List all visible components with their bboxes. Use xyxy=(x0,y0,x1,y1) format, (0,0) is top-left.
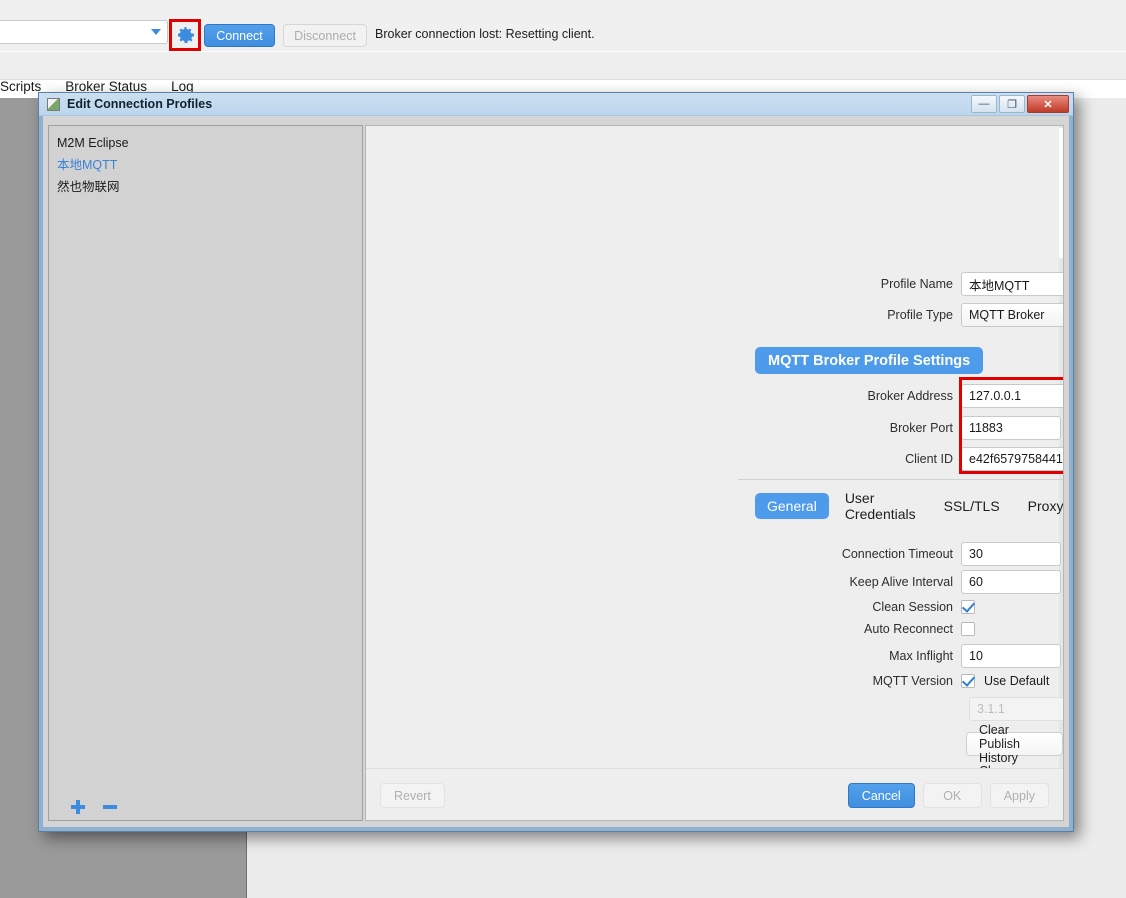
clean-session-row: Clean Session xyxy=(786,596,1063,617)
plus-icon[interactable] xyxy=(71,800,85,814)
keep-alive-interval-input[interactable]: 60 xyxy=(961,569,1061,594)
apply-button[interactable]: Apply xyxy=(989,783,1049,808)
profile-item-local-mqtt[interactable]: 本地MQTT xyxy=(57,154,362,176)
dialog-titlebar[interactable]: Edit Connection Profiles — ❐ ✕ xyxy=(39,93,1073,116)
application-icon xyxy=(47,97,60,111)
settings-gear-highlight-box xyxy=(169,19,201,51)
profile-type-select-value: MQTT Broker xyxy=(969,308,1045,322)
connect-button[interactable]: Connect xyxy=(204,24,275,47)
profile-item-m2m-eclipse[interactable]: M2M Eclipse xyxy=(57,132,362,154)
minimize-button[interactable]: — xyxy=(971,95,997,113)
profile-name-input[interactable]: 本地MQTT xyxy=(961,272,1063,296)
close-button[interactable]: ✕ xyxy=(1027,95,1069,113)
panel-scrollbar-thumb[interactable] xyxy=(1059,128,1063,258)
gear-icon[interactable] xyxy=(175,25,195,45)
dialog-footer: Revert Cancel OK Apply xyxy=(366,768,1063,820)
section-divider xyxy=(738,479,1063,480)
tab-proxy[interactable]: Proxy xyxy=(1016,493,1063,519)
broker-profile-settings-header: MQTT Broker Profile Settings xyxy=(755,347,984,374)
clean-session-label: Clean Session xyxy=(872,599,953,614)
max-inflight-input[interactable]: 10 xyxy=(961,643,1061,668)
minus-icon[interactable] xyxy=(103,800,117,814)
profile-type-label: Profile Type xyxy=(887,308,953,322)
tab-general[interactable]: General xyxy=(755,493,829,519)
broker-port-row: Broker Port 11883 xyxy=(786,416,1061,440)
connection-timeout-row: Connection Timeout 30 xyxy=(786,540,1063,567)
broker-address-label: Broker Address xyxy=(867,389,953,403)
profile-name-row: Profile Name 本地MQTT xyxy=(786,272,1063,296)
chevron-down-icon xyxy=(151,29,161,35)
window-controls: — ❐ ✕ xyxy=(971,95,1069,113)
disconnect-button[interactable]: Disconnect xyxy=(283,24,367,47)
mqtt-version-select-value: 3.1.1 xyxy=(977,701,1005,716)
keep-alive-interval-label: Keep Alive Interval xyxy=(849,574,953,589)
client-id-label: Client ID xyxy=(905,452,953,466)
window-top-strip xyxy=(0,0,1126,13)
auto-reconnect-row: Auto Reconnect xyxy=(786,618,1063,639)
tab-user-credentials[interactable]: User Credentials xyxy=(833,485,928,527)
edit-connection-profiles-dialog: Edit Connection Profiles — ❐ ✕ M2M Eclip… xyxy=(38,92,1074,832)
settings-tabs: General User Credentials SSL/TLS Proxy L… xyxy=(755,485,1063,527)
broker-port-input[interactable]: 11883 xyxy=(961,416,1061,440)
connection-timeout-label: Connection Timeout xyxy=(841,546,953,561)
dialog-title: Edit Connection Profiles xyxy=(67,97,213,111)
connection-timeout-input[interactable]: 30 xyxy=(961,541,1061,566)
max-inflight-label: Max Inflight xyxy=(889,648,953,663)
client-id-row: Client ID e42f65797584419081f0a33014c0f2… xyxy=(786,447,1063,471)
connect-button-label: Connect xyxy=(216,28,263,43)
mqtt-version-select-row: 3.1.1 xyxy=(969,695,1063,722)
broker-address-row: Broker Address 127.0.0.1 xyxy=(786,384,1063,408)
general-tab-form: Connection Timeout 30 Keep Alive Interva… xyxy=(786,540,1063,723)
profile-name-label: Profile Name xyxy=(880,277,953,291)
broker-address-input[interactable]: 127.0.0.1 xyxy=(961,384,1063,408)
broker-port-label: Broker Port xyxy=(889,421,953,435)
auto-reconnect-label: Auto Reconnect xyxy=(864,621,953,636)
max-inflight-row: Max Inflight 10 xyxy=(786,642,1063,669)
ok-button[interactable]: OK xyxy=(922,783,982,808)
clean-session-checkbox[interactable] xyxy=(961,599,975,614)
mqtt-version-select: 3.1.1 xyxy=(969,696,1063,721)
profile-settings-panel: Profile Name 本地MQTT Profile Type MQTT Br… xyxy=(365,125,1064,821)
revert-button[interactable]: Revert xyxy=(380,783,445,808)
cancel-button[interactable]: Cancel xyxy=(847,783,915,808)
maximize-button[interactable]: ❐ xyxy=(999,95,1025,113)
profile-item-ranye-iot[interactable]: 然也物联网 xyxy=(57,176,362,198)
mqtt-version-row: MQTT Version Use Default xyxy=(786,670,1063,692)
profiles-list: M2M Eclipse 本地MQTT 然也物联网 xyxy=(49,126,362,198)
use-default-checkbox[interactable] xyxy=(961,674,975,688)
use-default-label: Use Default xyxy=(984,674,1050,688)
dialog-body: M2M Eclipse 本地MQTT 然也物联网 Profile Name 本地… xyxy=(43,120,1069,827)
keep-alive-interval-row: Keep Alive Interval 60 xyxy=(786,568,1063,595)
profile-type-select[interactable]: MQTT Broker xyxy=(961,303,1063,327)
client-id-input[interactable]: e42f65797584419081f0a33014c0f2f0 xyxy=(961,447,1063,471)
connection-status-text: Broker connection lost: Resetting client… xyxy=(375,27,595,41)
sidebar-footer xyxy=(49,800,362,814)
connection-profile-combobox[interactable] xyxy=(0,20,168,44)
profiles-sidebar: M2M Eclipse 本地MQTT 然也物联网 xyxy=(48,125,363,821)
clear-publish-history-button[interactable]: Clear Publish History xyxy=(966,723,1063,765)
mqtt-version-label: MQTT Version xyxy=(872,674,953,688)
profile-type-row: Profile Type MQTT Broker xyxy=(786,303,1063,327)
disconnect-button-label: Disconnect xyxy=(294,28,356,43)
auto-reconnect-checkbox[interactable] xyxy=(961,621,975,636)
footer-action-buttons: Cancel OK Apply xyxy=(847,783,1049,808)
tab-ssl-tls[interactable]: SSL/TLS xyxy=(932,493,1012,519)
